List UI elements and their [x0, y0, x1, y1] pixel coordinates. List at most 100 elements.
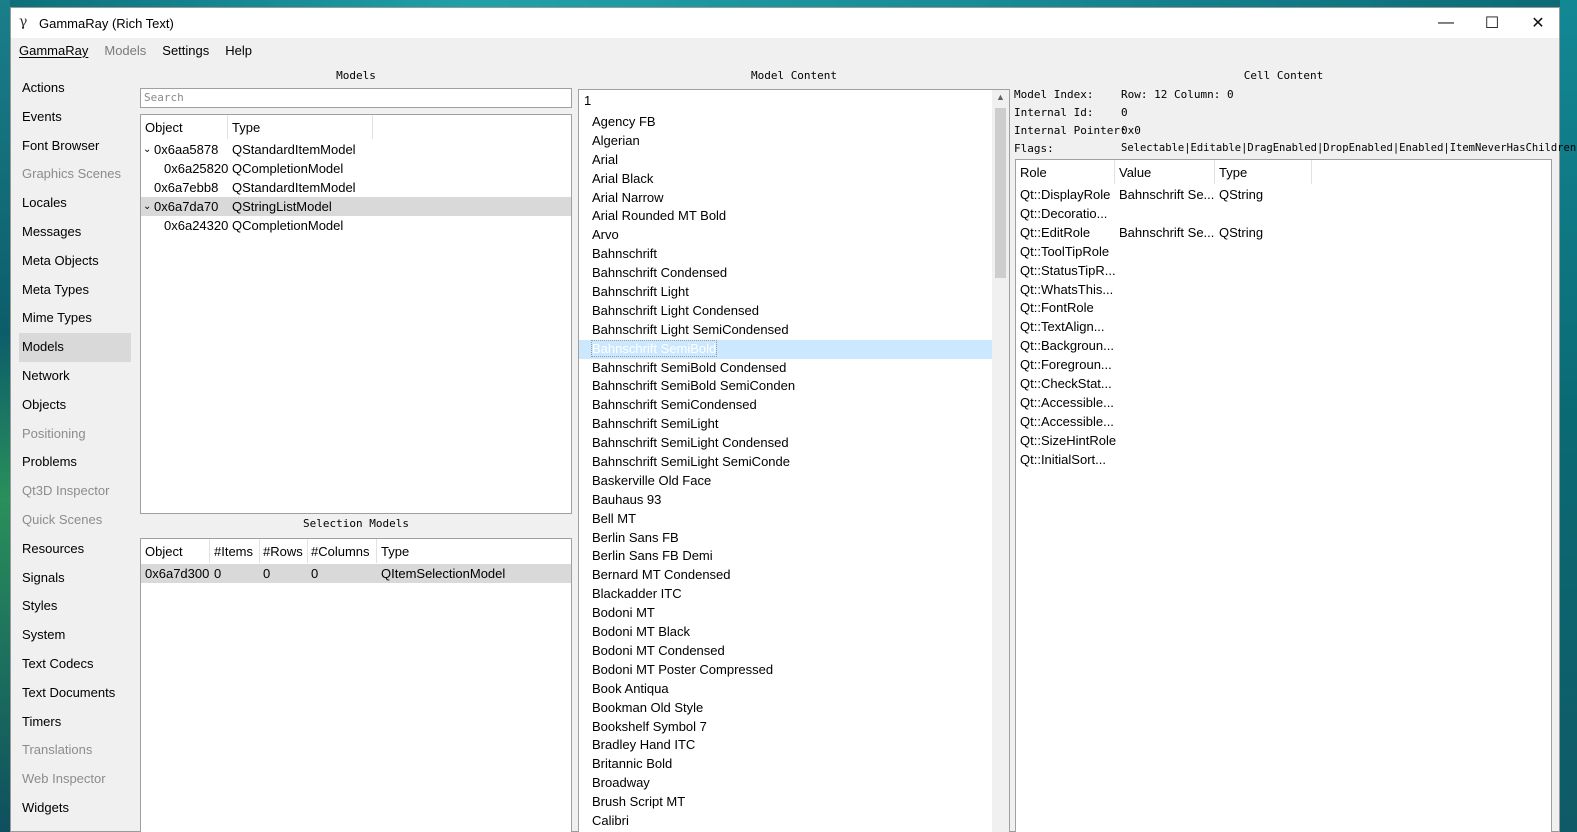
list-item[interactable]: Bauhaus 93 — [579, 491, 1009, 510]
sidebar-item-system[interactable]: System — [19, 621, 131, 650]
table-row[interactable]: Qt::InitialSort... — [1016, 450, 1551, 469]
list-item[interactable]: Baskerville Old Face — [579, 472, 1009, 491]
sidebar-item-styles[interactable]: Styles — [19, 592, 131, 621]
title-bar[interactable]: γ GammaRay (Rich Text) — ☐ ✕ — [11, 8, 1559, 38]
table-row[interactable]: Qt::FontRole — [1016, 298, 1551, 317]
list-item[interactable]: Bookshelf Symbol 7 — [579, 718, 1009, 737]
list-item[interactable]: Bodoni MT — [579, 604, 1009, 623]
table-row[interactable]: Qt::Foregroun... — [1016, 355, 1551, 374]
list-item[interactable]: Bernard MT Condensed — [579, 566, 1009, 585]
sidebar-item-web-inspector[interactable]: Web Inspector — [19, 765, 131, 794]
sidebar-item-text-documents[interactable]: Text Documents — [19, 679, 131, 708]
list-item[interactable]: Bahnschrift SemiBold SemiConden — [579, 377, 1009, 396]
table-row[interactable]: Qt::EditRole Bahnschrift Se... QString — [1016, 223, 1551, 242]
chevron-down-icon[interactable]: ⌄ — [143, 197, 151, 216]
sidebar-item-meta-types[interactable]: Meta Types — [19, 276, 131, 305]
sidebar-item-messages[interactable]: Messages — [19, 218, 131, 247]
sidebar-item-font-browser[interactable]: Font Browser — [19, 132, 131, 161]
list-item[interactable]: Bahnschrift SemiCondensed — [579, 396, 1009, 415]
sidebar-item-network[interactable]: Network — [19, 362, 131, 391]
tree-row[interactable]: 0x6a24320 QCompletionModel — [141, 216, 571, 235]
list-item[interactable]: Arvo — [579, 226, 1009, 245]
table-row[interactable]: Qt::CheckStat... — [1016, 374, 1551, 393]
sidebar-item-objects[interactable]: Objects — [19, 391, 131, 420]
vertical-scrollbar[interactable]: ▲ — [992, 90, 1009, 832]
table-row[interactable]: Qt::Accessible... — [1016, 393, 1551, 412]
list-item[interactable]: Bodoni MT Poster Compressed — [579, 661, 1009, 680]
sidebar-item-problems[interactable]: Problems — [19, 448, 131, 477]
list-item[interactable]: Agency FB — [579, 113, 1009, 132]
sidebar-item-text-codecs[interactable]: Text Codecs — [19, 650, 131, 679]
table-row[interactable]: Qt::ToolTipRole — [1016, 242, 1551, 261]
table-row[interactable]: Qt::Decoratio... — [1016, 204, 1551, 223]
list-item[interactable]: Bradley Hand ITC — [579, 736, 1009, 755]
sidebar-item-signals[interactable]: Signals — [19, 564, 131, 593]
list-item[interactable]: Berlin Sans FB — [579, 529, 1009, 548]
sidebar-item-quick-scenes[interactable]: Quick Scenes — [19, 506, 131, 535]
column-header-columns[interactable]: #Columns — [311, 544, 370, 559]
column-header-object[interactable]: Object — [145, 544, 183, 559]
close-button[interactable]: ✕ — [1515, 8, 1561, 38]
column-header-object[interactable]: Object — [145, 120, 183, 135]
list-item[interactable]: Britannic Bold — [579, 755, 1009, 774]
column-header-role[interactable]: Role — [1020, 165, 1047, 180]
tree-row[interactable]: ⌄ 0x6aa5878 QStandardItemModel — [141, 140, 571, 159]
sidebar-item-timers[interactable]: Timers — [19, 708, 131, 737]
sidebar-item-translations[interactable]: Translations — [19, 736, 131, 765]
list-item[interactable]: Bahnschrift SemiLight Condensed — [579, 434, 1009, 453]
sidebar-item-widgets[interactable]: Widgets — [19, 794, 131, 823]
sidebar-item-resources[interactable]: Resources — [19, 535, 131, 564]
column-header-items[interactable]: #Items — [214, 544, 253, 559]
models-search-input[interactable]: Search — [140, 88, 572, 108]
list-item[interactable]: Bahnschrift Condensed — [579, 264, 1009, 283]
sidebar-item-meta-objects[interactable]: Meta Objects — [19, 247, 131, 276]
list-item[interactable]: Bookman Old Style — [579, 699, 1009, 718]
table-row[interactable]: 0x6a7d300 0 0 0 QItemSelectionModel — [141, 564, 571, 583]
column-header-type[interactable]: Type — [1219, 165, 1247, 180]
list-item[interactable]: Bahnschrift SemiLight — [579, 415, 1009, 434]
table-row[interactable]: Qt::DisplayRole Bahnschrift Se... QString — [1016, 185, 1551, 204]
sidebar-item-actions[interactable]: Actions — [19, 74, 131, 103]
sidebar-item-locales[interactable]: Locales — [19, 189, 131, 218]
list-item[interactable]: Book Antiqua — [579, 680, 1009, 699]
column-header-type[interactable]: Type — [232, 120, 260, 135]
chevron-down-icon[interactable]: ⌄ — [143, 140, 151, 159]
column-header-type[interactable]: Type — [381, 544, 409, 559]
list-item[interactable]: Arial Black — [579, 170, 1009, 189]
sidebar-item-mime-types[interactable]: Mime Types — [19, 304, 131, 333]
list-item[interactable]: Bahnschrift SemiBold — [579, 339, 1009, 359]
scroll-up-icon[interactable]: ▲ — [996, 92, 1005, 102]
menu-help[interactable]: Help — [217, 43, 260, 58]
list-item[interactable]: Bahnschrift — [579, 245, 1009, 264]
list-item[interactable]: Bodoni MT Condensed — [579, 642, 1009, 661]
minimize-button[interactable]: — — [1423, 8, 1469, 38]
list-item[interactable]: Bell MT — [579, 510, 1009, 529]
tree-row[interactable]: ⌄ 0x6a7da70 QStringListModel — [141, 197, 571, 216]
sidebar-item-models[interactable]: Models — [19, 333, 131, 362]
list-item[interactable]: Bahnschrift Light Condensed — [579, 302, 1009, 321]
sidebar-item-graphics-scenes[interactable]: Graphics Scenes — [19, 160, 131, 189]
list-item[interactable]: Brush Script MT — [579, 793, 1009, 812]
menu-settings[interactable]: Settings — [154, 43, 217, 58]
model-content-header[interactable]: 1 — [579, 90, 1009, 112]
table-row[interactable]: Qt::WhatsThis... — [1016, 280, 1551, 299]
menu-gammaray[interactable]: GammaRay — [11, 43, 96, 58]
list-item[interactable]: Bahnschrift SemiBold Condensed — [579, 359, 1009, 378]
column-header-value[interactable]: Value — [1119, 165, 1151, 180]
table-row[interactable]: Qt::Accessible... — [1016, 412, 1551, 431]
menu-models[interactable]: Models — [96, 43, 154, 58]
list-item[interactable]: Arial Rounded MT Bold — [579, 207, 1009, 226]
table-row[interactable]: Qt::Backgroun... — [1016, 336, 1551, 355]
maximize-button[interactable]: ☐ — [1469, 8, 1515, 38]
sidebar-item-qt3d-inspector[interactable]: Qt3D Inspector — [19, 477, 131, 506]
list-item[interactable]: Bahnschrift SemiLight SemiConde — [579, 453, 1009, 472]
list-item[interactable]: Calibri — [579, 812, 1009, 831]
sidebar-item-events[interactable]: Events — [19, 103, 131, 132]
tree-row[interactable]: 0x6a25820 QCompletionModel — [141, 159, 571, 178]
column-header-rows[interactable]: #Rows — [263, 544, 303, 559]
table-row[interactable]: Qt::SizeHintRole — [1016, 431, 1551, 450]
list-item[interactable]: Bahnschrift Light SemiCondensed — [579, 321, 1009, 340]
table-row[interactable]: Qt::TextAlign... — [1016, 317, 1551, 336]
table-row[interactable]: Qt::StatusTipR... — [1016, 261, 1551, 280]
list-item[interactable]: Arial — [579, 151, 1009, 170]
